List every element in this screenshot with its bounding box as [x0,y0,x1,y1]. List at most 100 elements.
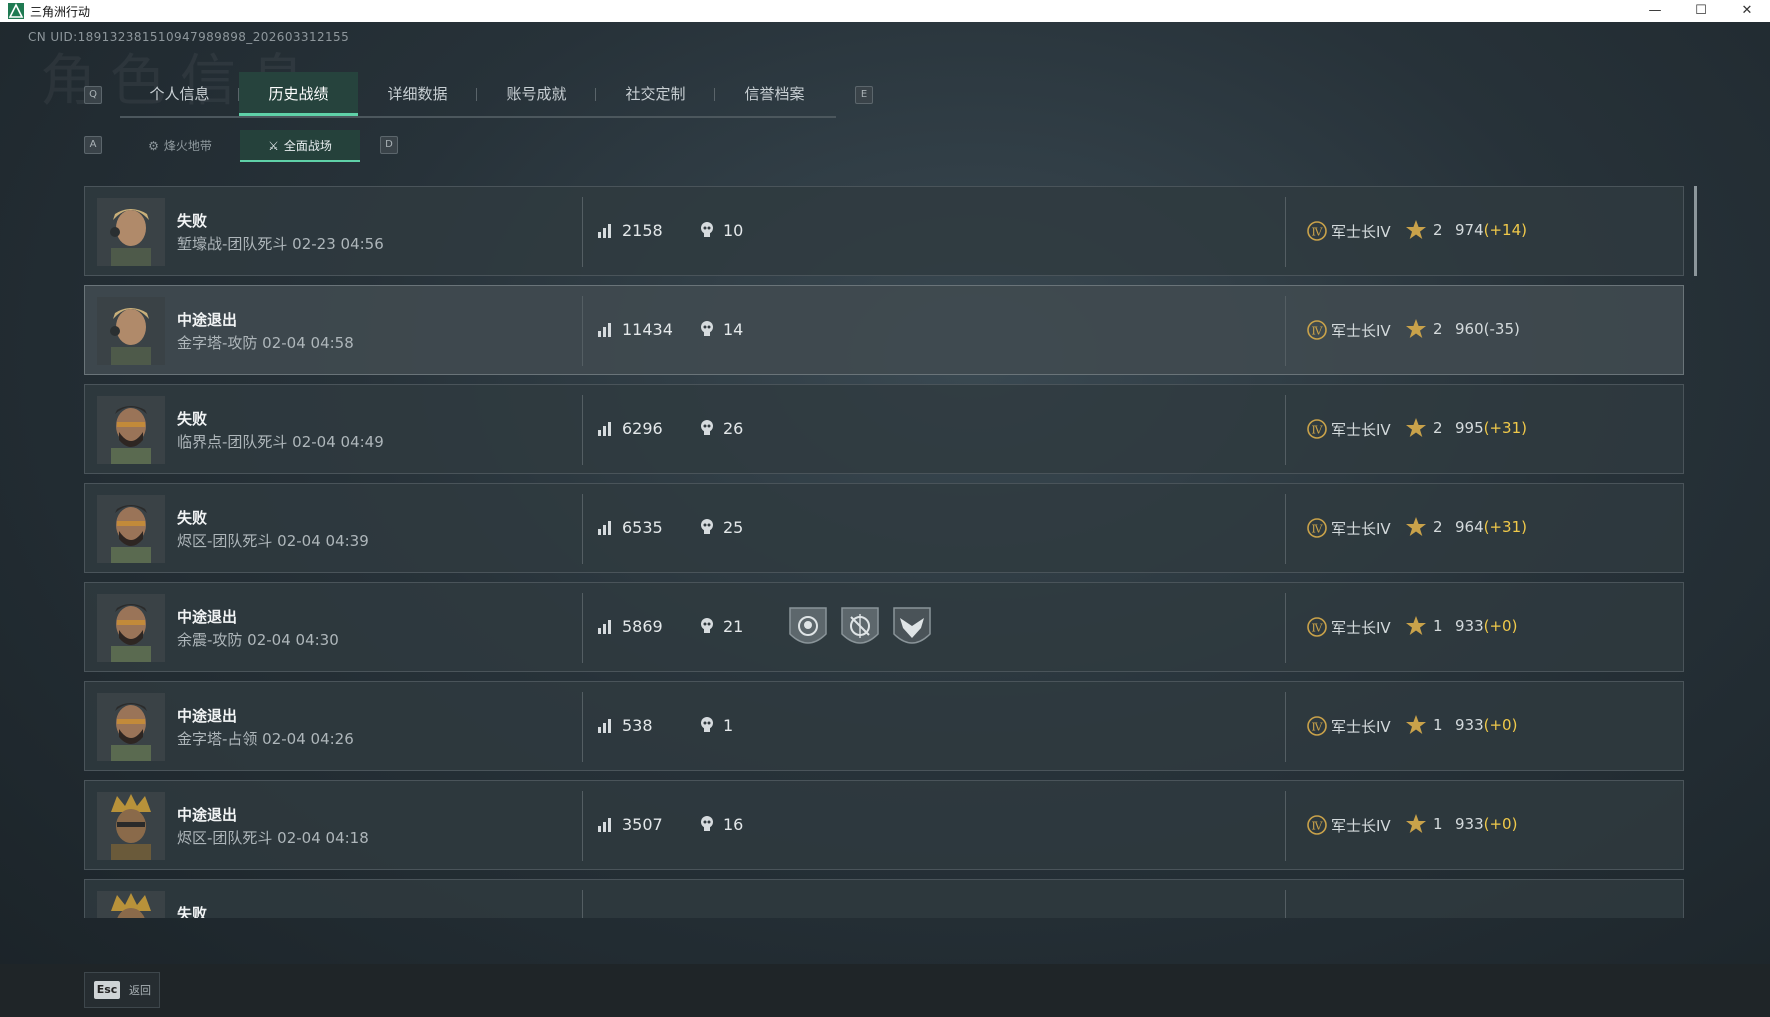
match-score: 6296 [622,419,663,438]
star-count: 1 [1433,716,1443,734]
match-map-time: 金字塔-攻防 02-04 04:58 [177,334,354,352]
match-row[interactable]: 失败 临界点-团队死斗 02-04 04:49 6296 26 Ⅳ 军士长IV … [84,384,1684,474]
tab-match-history[interactable]: 历史战绩 [239,72,358,116]
star-icon [1406,517,1426,536]
operator-avatar [97,198,165,266]
crosshair-medal-icon[interactable] [839,604,881,652]
window-title-bar: 三角洲行动 — ☐ ✕ [0,0,1770,22]
score-bar-icon [598,818,611,832]
match-result: 失败 [177,905,208,918]
rank-badge-icon: Ⅳ [1307,419,1327,439]
svg-text:Ⅳ: Ⅳ [1312,721,1324,734]
rank-badge-icon: Ⅳ [1307,518,1327,538]
match-kills: 16 [723,815,744,834]
fire-zone-icon: ⚙ [148,139,159,153]
match-row[interactable]: 失败 [84,879,1684,918]
rank-points: 960(-35) [1455,320,1520,338]
subtab-prev-key-hint[interactable]: A [84,136,102,154]
operator-avatar [97,297,165,365]
match-result: 失败 [177,212,208,230]
rank-points: 933(+0) [1455,815,1518,833]
tab-achievements[interactable]: 账号成就 [477,72,596,116]
match-row[interactable]: 中途退出 金字塔-占领 02-04 04:26 538 1 Ⅳ 军士长IV 1 … [84,681,1684,771]
score-bar-icon [598,719,611,733]
sub-tab-bar: ⚙ 烽火地带 ⚔ 全面战场 [120,130,360,162]
window-title: 三角洲行动 [30,5,91,19]
score-bar-icon [598,521,611,535]
rank-title: 军士长IV [1331,520,1391,538]
main-tab-bar: 个人信息 历史战绩 详细数据 账号成就 社交定制 信誉档案 [120,72,836,118]
match-kills: 1 [723,716,734,735]
match-score: 3507 [622,815,663,834]
score-bar-icon [598,224,611,238]
skull-medal-icon[interactable] [787,604,829,652]
match-result: 中途退出 [177,806,238,824]
operator-avatar [97,396,165,464]
skull-icon [701,222,713,237]
svg-text:Ⅳ: Ⅳ [1312,424,1324,437]
maximize-button[interactable]: ☐ [1678,0,1724,22]
match-result: 中途退出 [177,608,238,626]
svg-text:Ⅳ: Ⅳ [1312,325,1324,338]
match-score: 5869 [622,617,663,636]
score-bar-icon [598,620,611,634]
match-map-time: 金字塔-占领 02-04 04:26 [177,730,354,748]
rank-title: 军士长IV [1331,223,1391,241]
match-score: 11434 [622,320,673,339]
rank-badge-icon: Ⅳ [1307,815,1327,835]
match-map-time: 临界点-团队死斗 02-04 04:49 [177,433,384,451]
match-score: 2158 [622,221,663,240]
tab-prev-key-hint[interactable]: Q [84,86,102,104]
match-map-time: 余震-攻防 02-04 04:30 [177,631,339,649]
svg-text:Ⅳ: Ⅳ [1312,622,1324,635]
match-row[interactable]: 失败 烬区-团队死斗 02-04 04:39 6535 25 Ⅳ 军士长IV 2… [84,483,1684,573]
rank-badge-icon: Ⅳ [1307,716,1327,736]
rank-points: 974(+14) [1455,221,1527,239]
match-row[interactable]: 失败 堑壕战-团队死斗 02-23 04:56 2158 10 Ⅳ 军士长IV … [84,186,1684,276]
tab-detailed-data[interactable]: 详细数据 [358,72,477,116]
star-icon [1406,715,1426,734]
match-map-time: 烬区-团队死斗 02-04 04:39 [177,532,369,550]
score-bar-icon [598,422,611,436]
rank-badge-icon: Ⅳ [1307,221,1327,241]
star-count: 1 [1433,617,1443,635]
tab-next-key-hint[interactable]: E [855,86,873,104]
star-count: 2 [1433,221,1443,239]
match-result: 失败 [177,410,208,428]
points-delta: (+0) [1483,815,1518,833]
points-delta: (+0) [1483,617,1518,635]
eagle-medal-icon[interactable] [891,604,933,652]
back-button[interactable]: Esc 返回 [84,972,160,1008]
subtab-next-key-hint[interactable]: D [380,136,398,154]
operator-avatar [97,693,165,761]
tab-personal-info[interactable]: 个人信息 [120,72,239,116]
points-delta: (+31) [1483,518,1527,536]
rank-badge-icon: Ⅳ [1307,617,1327,637]
subtab-fire-zone[interactable]: ⚙ 烽火地带 [120,130,240,162]
match-kills: 21 [723,617,744,636]
list-scrollbar[interactable] [1694,186,1697,276]
svg-text:Ⅳ: Ⅳ [1312,523,1324,536]
match-row[interactable]: 中途退出 金字塔-攻防 02-04 04:58 11434 14 Ⅳ 军士长IV… [84,285,1684,375]
tab-credit-record[interactable]: 信誉档案 [715,72,834,116]
match-row[interactable]: 中途退出 烬区-团队死斗 02-04 04:18 3507 16 Ⅳ 军士长IV… [84,780,1684,870]
close-button[interactable]: ✕ [1724,0,1770,22]
rank-title: 军士长IV [1331,421,1391,439]
star-icon [1406,814,1426,833]
minimize-button[interactable]: — [1632,0,1678,22]
match-history-list[interactable]: 失败 堑壕战-团队死斗 02-23 04:56 2158 10 Ⅳ 军士长IV … [84,186,1686,918]
star-count: 1 [1433,815,1443,833]
match-score: 6535 [622,518,663,537]
match-kills: 10 [723,221,744,240]
points-delta: (-35) [1483,320,1520,338]
rank-points: 933(+0) [1455,617,1518,635]
svg-text:Ⅳ: Ⅳ [1312,226,1324,239]
app-logo-icon [8,3,24,19]
rank-title: 军士长IV [1331,322,1391,340]
skull-icon [701,519,713,534]
match-row[interactable]: 中途退出 余震-攻防 02-04 04:30 5869 21 Ⅳ 军士长IV 1… [84,582,1684,672]
subtab-battlefield[interactable]: ⚔ 全面战场 [240,130,360,162]
tab-social-custom[interactable]: 社交定制 [596,72,715,116]
star-count: 2 [1433,518,1443,536]
star-count: 2 [1433,419,1443,437]
